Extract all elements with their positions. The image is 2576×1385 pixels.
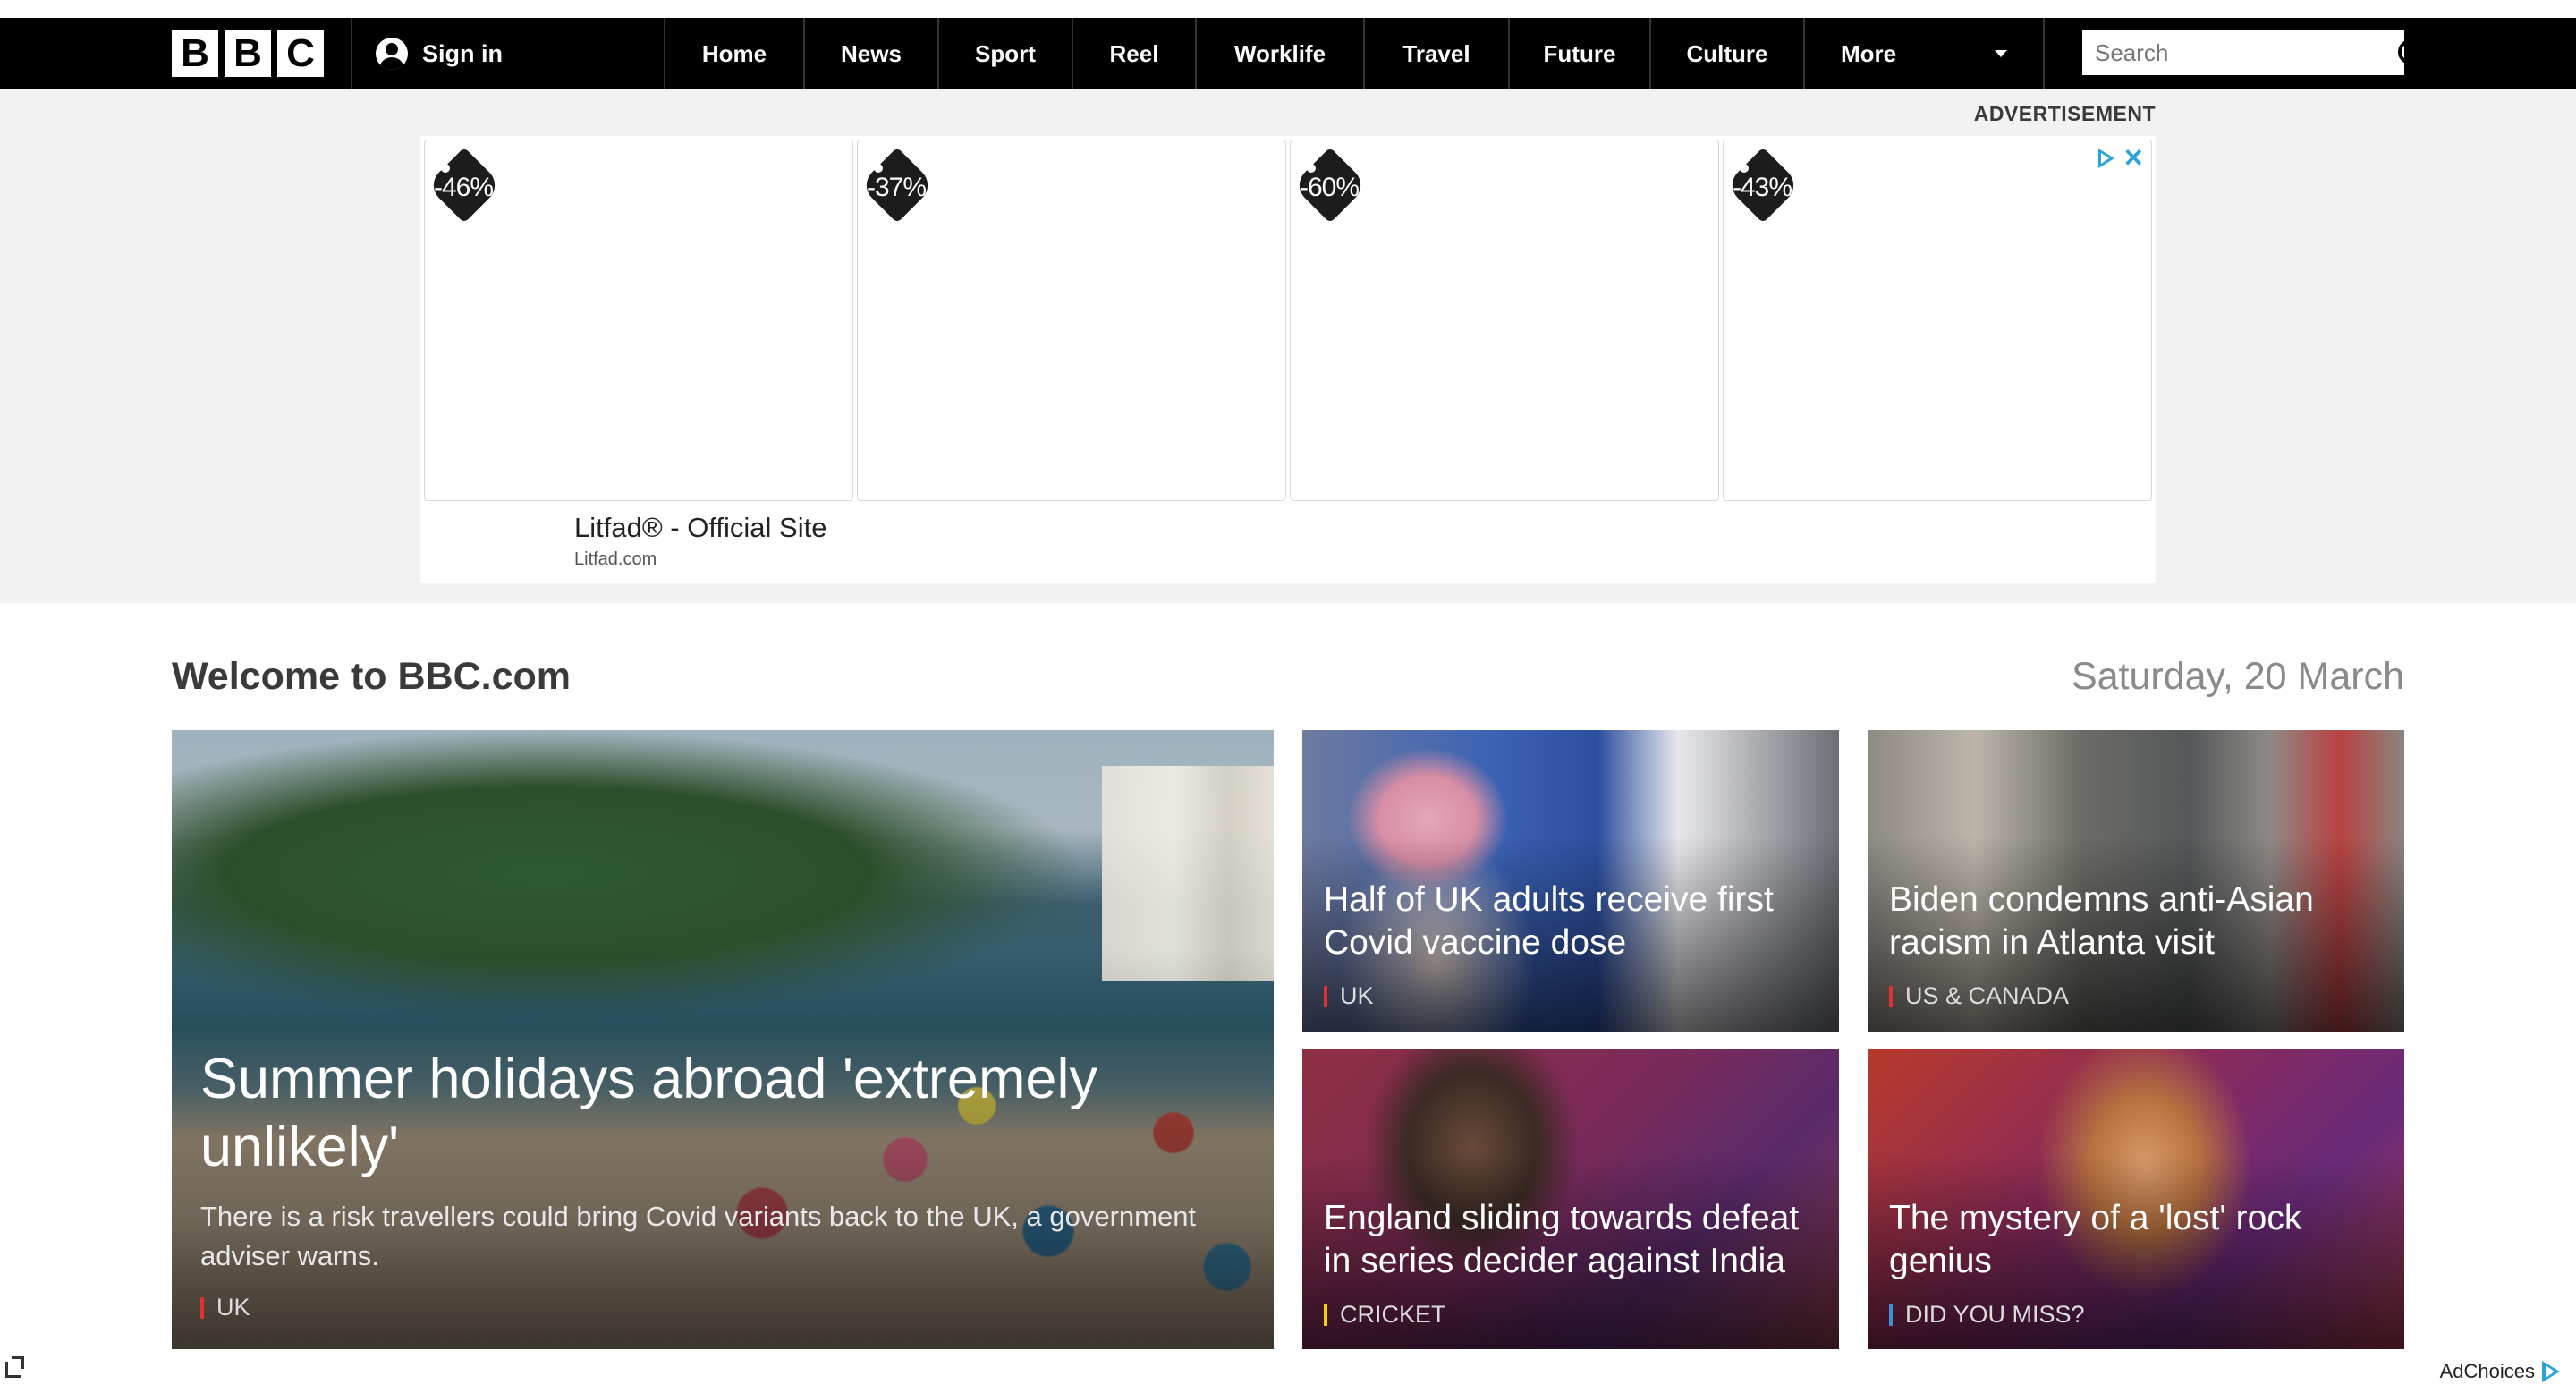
discount-tag-icon: -60% [1292, 147, 1368, 224]
top-strip [0, 0, 2576, 18]
discount-tag-icon: -37% [859, 147, 936, 224]
category-label: UK [1340, 982, 1374, 1009]
adchoices-label: AdChoices [2439, 1360, 2535, 1382]
hero-story-card[interactable]: Summer holidays abroad 'extremely unlike… [172, 730, 1274, 1349]
discount-value: -37% [867, 173, 927, 202]
discount-tag-icon: -46% [426, 147, 503, 224]
advert-area: ADVERTISEMENT -46% -37% -60% -43% ✕ Litf… [0, 89, 2576, 603]
story-headline[interactable]: England sliding towards defeat in series… [1324, 1197, 1834, 1283]
ad-title[interactable]: Litfad® - Official Site [574, 512, 826, 544]
nav-item-travel[interactable]: Travel [1363, 18, 1508, 89]
discount-value: -46% [434, 173, 494, 202]
logo-letter: B [225, 30, 271, 77]
story-category[interactable]: CRICKET [1324, 1301, 1446, 1329]
discount-tag-icon: -43% [1724, 147, 1801, 224]
category-marker [1324, 1304, 1327, 1326]
story-category[interactable]: US & CANADA [1889, 982, 2069, 1010]
nav-item-reel[interactable]: Reel [1072, 18, 1195, 89]
more-label: More [1841, 39, 1897, 67]
discount-value: -60% [1300, 173, 1360, 202]
nav-divider [351, 18, 352, 89]
category-label: UK [216, 1294, 250, 1321]
sign-in-link[interactable]: Sign in [376, 18, 503, 89]
caret-down-icon [1995, 50, 2007, 57]
ad-product-tile[interactable]: -43% ✕ [1723, 140, 2152, 501]
nav-item-sport[interactable]: Sport [937, 18, 1072, 89]
bbc-logo[interactable]: B B C [172, 30, 324, 77]
story-card[interactable]: The mystery of a 'lost' rock genius DID … [1868, 1049, 2404, 1349]
ad-product-tile[interactable]: -37% [857, 140, 1286, 501]
sign-in-label: Sign in [422, 39, 503, 67]
story-headline[interactable]: The mystery of a 'lost' rock genius [1889, 1197, 2390, 1283]
story-headline[interactable]: Biden condemns anti-Asian racism in Atla… [1889, 879, 2390, 964]
page-date: Saturday, 20 March [2071, 655, 2404, 698]
adchoices-link[interactable]: AdChoices [2440, 1360, 2560, 1383]
nav-item-news[interactable]: News [803, 18, 937, 89]
story-category[interactable]: UK [1324, 982, 1374, 1010]
expand-icon[interactable] [5, 1356, 24, 1378]
story-category[interactable]: UK [200, 1294, 250, 1321]
ad-url[interactable]: Litfad.com [574, 549, 657, 570]
adchoices-icon[interactable] [2097, 149, 2114, 168]
logo-letter: B [172, 30, 218, 77]
category-marker [200, 1296, 204, 1319]
nav-item-home[interactable]: Home [664, 18, 803, 89]
story-card[interactable]: England sliding towards defeat in series… [1302, 1049, 1839, 1349]
advertisement-label: ADVERTISEMENT [1973, 102, 2156, 125]
story-card[interactable]: Half of UK adults receive first Covid va… [1302, 730, 1839, 1032]
story-card[interactable]: Biden condemns anti-Asian racism in Atla… [1868, 730, 2404, 1032]
advert-banner[interactable]: -46% -37% -60% -43% ✕ Litfad® - Official… [420, 136, 2156, 583]
nav-item-worklife[interactable]: Worklife [1195, 18, 1363, 89]
close-icon[interactable]: ✕ [2123, 146, 2144, 171]
user-icon [376, 38, 408, 70]
category-label: CRICKET [1340, 1301, 1446, 1328]
category-marker [1324, 985, 1327, 1007]
global-navigation: B B C Sign in Home News Sport Reel Workl… [0, 18, 2576, 89]
story-headline[interactable]: Summer holidays abroad 'extremely unlike… [200, 1045, 1202, 1181]
category-marker [1889, 985, 1893, 1007]
ad-product-tile[interactable]: -46% [424, 140, 853, 501]
ad-controls: ✕ [2097, 146, 2144, 171]
nav-item-culture[interactable]: Culture [1649, 18, 1803, 89]
category-label: US & CANADA [1905, 982, 2070, 1009]
logo-letter: C [277, 30, 324, 77]
ad-product-tile[interactable]: -60% [1290, 140, 1719, 501]
story-category[interactable]: DID YOU MISS? [1889, 1301, 2085, 1329]
adchoices-icon [2542, 1361, 2560, 1382]
story-headline[interactable]: Half of UK adults receive first Covid va… [1324, 879, 1825, 964]
nav-item-more[interactable]: More [1803, 18, 2045, 89]
category-label: DID YOU MISS? [1905, 1301, 2085, 1328]
discount-value: -43% [1733, 173, 1792, 202]
search-input[interactable] [2093, 38, 2396, 68]
search-box [2082, 30, 2423, 75]
nav-item-future[interactable]: Future [1508, 18, 1649, 89]
category-marker [1889, 1304, 1893, 1326]
page-title: Welcome to BBC.com [172, 655, 571, 698]
story-summary: There is a risk travellers could bring C… [200, 1201, 1197, 1271]
nav-menu: Home News Sport Reel Worklife Travel Fut… [664, 18, 2045, 89]
